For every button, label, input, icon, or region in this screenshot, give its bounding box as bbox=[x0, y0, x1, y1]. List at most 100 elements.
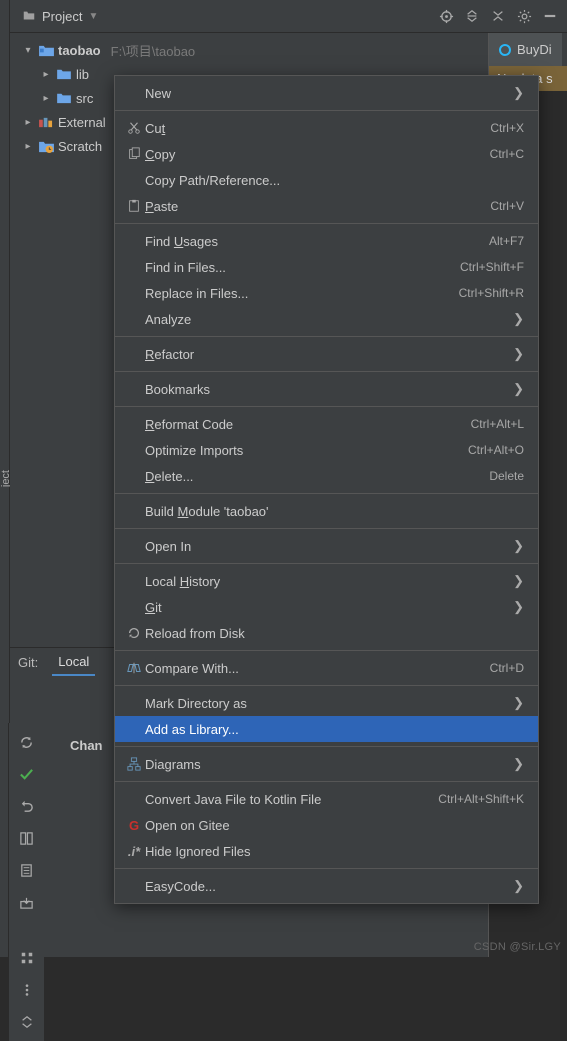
menu-separator bbox=[115, 223, 538, 224]
menu-separator bbox=[115, 406, 538, 407]
menu-item-open-on-gitee[interactable]: GOpen on Gitee bbox=[115, 812, 538, 838]
group-by-icon[interactable] bbox=[16, 947, 38, 969]
menu-item-paste[interactable]: PasteCtrl+V bbox=[115, 193, 538, 219]
hide-icon[interactable] bbox=[539, 5, 561, 27]
tree-root-taobao[interactable]: ▾ taobao F:\项目\taobao bbox=[10, 38, 488, 62]
copy-icon bbox=[123, 147, 145, 161]
menu-item-copy[interactable]: CopyCtrl+C bbox=[115, 141, 538, 167]
menu-item-find-usages[interactable]: Find UsagesAlt+F7 bbox=[115, 228, 538, 254]
module-folder-icon bbox=[38, 42, 54, 58]
menu-item-local-history[interactable]: Local History❯ bbox=[115, 568, 538, 594]
project-toolbar: Project ▼ bbox=[10, 0, 567, 33]
expand-all-icon[interactable] bbox=[16, 1011, 38, 1033]
scratches-icon bbox=[38, 138, 54, 154]
menu-item-label: Copy Path/Reference... bbox=[145, 173, 524, 188]
menu-item-label: Local History bbox=[145, 574, 507, 589]
menu-item-find-in-files[interactable]: Find in Files...Ctrl+Shift+F bbox=[115, 254, 538, 280]
menu-item-label: Diagrams bbox=[145, 757, 507, 772]
watermark: CSDN @Sir.LGY bbox=[474, 941, 561, 953]
menu-item-label: New bbox=[145, 86, 507, 101]
project-icon bbox=[22, 9, 36, 23]
context-menu: New❯CutCtrl+XCopyCtrl+CCopy Path/Referen… bbox=[114, 75, 539, 904]
menu-item-easycode[interactable]: EasyCode... ❯ bbox=[115, 873, 538, 899]
expand-all-icon[interactable] bbox=[461, 5, 483, 27]
menu-item-optimize-imports[interactable]: Optimize ImportsCtrl+Alt+O bbox=[115, 437, 538, 463]
menu-item-label: Reload from Disk bbox=[145, 626, 524, 641]
menu-item-refactor[interactable]: Refactor ❯ bbox=[115, 341, 538, 367]
menu-separator bbox=[115, 868, 538, 869]
chevron-right-icon: ❯ bbox=[513, 85, 524, 101]
shelve-icon[interactable] bbox=[16, 891, 38, 913]
menu-item-label: Cut bbox=[145, 121, 490, 136]
menu-item-cut[interactable]: CutCtrl+X bbox=[115, 115, 538, 141]
menu-separator bbox=[115, 781, 538, 782]
menu-item-diagrams[interactable]: Diagrams ❯ bbox=[115, 751, 538, 777]
external-libraries-icon bbox=[38, 114, 54, 130]
folder-icon bbox=[56, 66, 72, 82]
menu-item-analyze[interactable]: Analyze ❯ bbox=[115, 306, 538, 332]
refresh-icon[interactable] bbox=[16, 731, 38, 753]
project-label-text: Project bbox=[42, 9, 82, 24]
chevron-right-icon: ▸ bbox=[22, 141, 34, 152]
locate-icon[interactable] bbox=[435, 5, 457, 27]
view-options-icon[interactable] bbox=[16, 979, 38, 1001]
changelist-icon[interactable] bbox=[16, 859, 38, 881]
chevron-down-icon: ▼ bbox=[88, 11, 98, 22]
cut-icon bbox=[123, 121, 145, 135]
menu-item-bookmarks[interactable]: Bookmarks❯ bbox=[115, 376, 538, 402]
paste-icon bbox=[123, 199, 145, 213]
menu-item-label: Refactor bbox=[145, 347, 507, 362]
diagram-icon bbox=[123, 757, 145, 771]
chevron-right-icon: ❯ bbox=[513, 599, 524, 615]
menu-item-label: EasyCode... bbox=[145, 879, 507, 894]
chevron-right-icon: ❯ bbox=[513, 538, 524, 554]
chevron-right-icon: ❯ bbox=[513, 311, 524, 327]
menu-separator bbox=[115, 528, 538, 529]
menu-item-shortcut: Ctrl+Alt+Shift+K bbox=[438, 792, 524, 806]
editor-tab-buydi[interactable]: BuyDi bbox=[489, 33, 562, 66]
project-dropdown[interactable]: Project ▼ bbox=[16, 9, 104, 24]
editor-tab-bar: BuyDi bbox=[489, 33, 567, 66]
menu-item-label: Replace in Files... bbox=[145, 286, 459, 301]
menu-item-delete[interactable]: Delete...Delete bbox=[115, 463, 538, 489]
menu-item-open-in[interactable]: Open In❯ bbox=[115, 533, 538, 559]
menu-item-add-as-library[interactable]: Add as Library... bbox=[115, 716, 538, 742]
class-icon bbox=[499, 44, 511, 56]
chevron-right-icon: ▸ bbox=[22, 117, 34, 128]
collapse-all-icon[interactable] bbox=[487, 5, 509, 27]
menu-item-build-module-taobao[interactable]: Build Module 'taobao' bbox=[115, 498, 538, 524]
menu-separator bbox=[115, 563, 538, 564]
menu-separator bbox=[115, 746, 538, 747]
menu-item-reload-from-disk[interactable]: Reload from Disk bbox=[115, 620, 538, 646]
gitee-icon: G bbox=[123, 818, 145, 833]
menu-item-replace-in-files[interactable]: Replace in Files...Ctrl+Shift+R bbox=[115, 280, 538, 306]
menu-item-label: Build Module 'taobao' bbox=[145, 504, 524, 519]
git-tab-local[interactable]: Local bbox=[52, 649, 95, 676]
chevron-right-icon: ❯ bbox=[513, 346, 524, 362]
changes-label[interactable]: Chan bbox=[70, 738, 103, 753]
menu-item-label: Find in Files... bbox=[145, 260, 460, 275]
menu-item-git[interactable]: Git❯ bbox=[115, 594, 538, 620]
rollback-icon[interactable] bbox=[16, 795, 38, 817]
chevron-right-icon: ❯ bbox=[513, 878, 524, 894]
menu-item-new[interactable]: New ❯ bbox=[115, 80, 538, 106]
tree-item-label: External bbox=[58, 115, 106, 130]
menu-item-label: Analyze bbox=[145, 312, 507, 327]
menu-item-label: Paste bbox=[145, 199, 490, 214]
commit-icon[interactable] bbox=[16, 763, 38, 785]
menu-item-convert-java-file-to-kotlin-file[interactable]: Convert Java File to Kotlin FileCtrl+Alt… bbox=[115, 786, 538, 812]
menu-item-compare-with[interactable]: Compare With...Ctrl+D bbox=[115, 655, 538, 681]
menu-item-shortcut: Ctrl+Alt+O bbox=[468, 443, 524, 457]
menu-item-mark-directory-as[interactable]: Mark Directory as❯ bbox=[115, 690, 538, 716]
menu-item-shortcut: Ctrl+X bbox=[490, 121, 524, 135]
menu-item-hide-ignored-files[interactable]: .i*Hide Ignored Files bbox=[115, 838, 538, 864]
menu-item-shortcut: Ctrl+Shift+R bbox=[459, 286, 524, 300]
diff-icon[interactable] bbox=[16, 827, 38, 849]
settings-icon[interactable] bbox=[513, 5, 535, 27]
menu-item-label: Open on Gitee bbox=[145, 818, 524, 833]
menu-item-reformat-code[interactable]: Reformat CodeCtrl+Alt+L bbox=[115, 411, 538, 437]
chevron-right-icon: ❯ bbox=[513, 756, 524, 772]
menu-item-copy-path-reference[interactable]: Copy Path/Reference... bbox=[115, 167, 538, 193]
tree-item-label: lib bbox=[76, 67, 89, 82]
left-rail-project-label[interactable]: ject bbox=[0, 470, 9, 487]
